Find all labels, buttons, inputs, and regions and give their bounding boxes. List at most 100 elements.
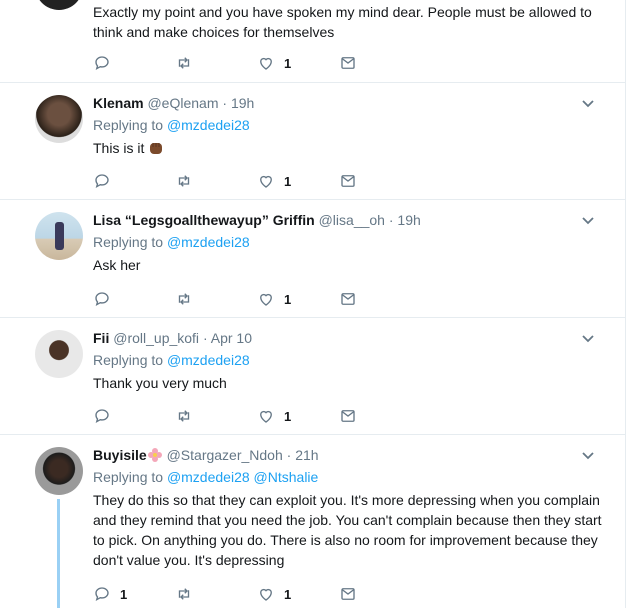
retweet-button[interactable] xyxy=(175,290,257,308)
tweet-text: Ask her xyxy=(93,257,141,273)
replying-prefix: Replying to xyxy=(93,117,164,133)
retweet-button[interactable] xyxy=(175,407,257,425)
tweet[interactable]: Exactly my point and you have spoken my … xyxy=(0,0,625,83)
tweet-actions: 1 xyxy=(93,172,421,190)
reply-button[interactable] xyxy=(93,407,175,425)
display-name[interactable]: Fii xyxy=(93,330,109,346)
replying-to: Replying to @mzdedei28 xyxy=(93,116,605,134)
message-button[interactable] xyxy=(339,407,421,425)
retweet-icon xyxy=(178,175,190,187)
reply-icon xyxy=(95,56,109,70)
like-button[interactable]: 1 xyxy=(257,172,339,190)
separator-dot: · xyxy=(222,95,228,111)
envelope-icon xyxy=(341,57,355,69)
envelope-icon xyxy=(341,293,355,305)
mention-link[interactable]: @mzdedei28 xyxy=(167,352,250,368)
display-name[interactable]: Lisa “Legsgoallthewayup” Griffin xyxy=(93,212,315,228)
tweet-actions: 1 1 xyxy=(93,585,421,603)
tweet-text: Exactly my point and you have spoken my … xyxy=(93,4,592,40)
fist-emoji-icon xyxy=(150,143,163,154)
message-button[interactable] xyxy=(339,54,421,72)
mention-link[interactable]: @mzdedei28 xyxy=(167,234,250,250)
user-handle[interactable]: @eQlenam xyxy=(147,95,218,111)
like-count: 1 xyxy=(284,291,292,307)
envelope-icon xyxy=(341,175,355,187)
reply-button[interactable] xyxy=(93,54,175,72)
replying-prefix: Replying to xyxy=(93,234,164,250)
retweet-button[interactable] xyxy=(175,54,257,72)
thread-line xyxy=(57,499,60,608)
heart-icon xyxy=(260,588,272,601)
like-count: 1 xyxy=(284,55,292,71)
retweet-button[interactable] xyxy=(175,172,257,190)
retweet-button[interactable] xyxy=(175,585,257,603)
mention-link[interactable]: @mzdedei28 xyxy=(167,117,250,133)
replying-prefix: Replying to xyxy=(93,352,164,368)
timestamp[interactable]: 21h xyxy=(295,447,318,463)
replying-to: Replying to @mzdedei28 @Ntshalie xyxy=(93,468,605,486)
avatar[interactable] xyxy=(35,330,83,378)
message-button[interactable] xyxy=(339,585,421,603)
replying-to: Replying to @mzdedei28 xyxy=(93,351,605,369)
avatar[interactable] xyxy=(35,447,83,495)
user-handle[interactable]: @roll_up_kofi xyxy=(113,330,199,346)
like-count: 1 xyxy=(284,586,292,602)
tweet[interactable]: Buyisile @Stargazer_Ndoh · 21h Replying … xyxy=(0,435,625,608)
tweet[interactable]: Lisa “Legsgoallthewayup” Griffin @lisa__… xyxy=(0,200,625,318)
reply-button[interactable] xyxy=(93,290,175,308)
reply-icon xyxy=(95,409,109,423)
heart-icon xyxy=(260,57,272,70)
tweet[interactable]: Klenam @eQlenam · 19h Replying to @mzded… xyxy=(0,83,625,200)
tweet-actions: 1 xyxy=(93,54,421,72)
separator-dot: · xyxy=(202,330,208,346)
reply-icon xyxy=(95,292,109,306)
timestamp[interactable]: 19h xyxy=(231,95,254,111)
like-count: 1 xyxy=(284,173,292,189)
message-button[interactable] xyxy=(339,172,421,190)
tweet-text: They do this so that they can exploit yo… xyxy=(93,492,602,568)
retweet-icon xyxy=(178,588,190,600)
display-name[interactable]: Klenam xyxy=(93,95,144,111)
tweet-actions: 1 xyxy=(93,407,421,425)
replying-to: Replying to @mzdedei28 xyxy=(93,233,605,251)
reply-count: 1 xyxy=(120,586,128,602)
like-button[interactable]: 1 xyxy=(257,290,339,308)
timestamp[interactable]: Apr 10 xyxy=(211,330,252,346)
like-button[interactable]: 1 xyxy=(257,407,339,425)
tweet-text: This is it xyxy=(93,138,605,158)
timestamp[interactable]: 19h xyxy=(397,212,420,228)
separator-dot: · xyxy=(286,447,292,463)
tweet[interactable]: Fii @roll_up_kofi · Apr 10 Replying to @… xyxy=(0,318,625,435)
avatar[interactable] xyxy=(35,0,83,10)
reply-feed: Exactly my point and you have spoken my … xyxy=(0,0,626,608)
user-handle[interactable]: @lisa__oh xyxy=(319,212,385,228)
envelope-icon xyxy=(341,410,355,422)
reply-icon xyxy=(95,174,109,188)
reply-icon xyxy=(95,587,109,601)
display-name[interactable]: Buyisile xyxy=(93,447,147,463)
heart-icon xyxy=(260,175,272,188)
replying-prefix: Replying to xyxy=(93,469,164,485)
avatar[interactable] xyxy=(35,95,83,143)
avatar[interactable] xyxy=(35,212,83,260)
retweet-icon xyxy=(178,293,190,305)
tweet-text: Thank you very much xyxy=(93,375,227,391)
like-count: 1 xyxy=(284,408,292,424)
user-handle[interactable]: @Stargazer_Ndoh xyxy=(167,447,283,463)
reply-button[interactable]: 1 xyxy=(93,585,175,603)
separator-dot: · xyxy=(388,212,394,228)
tweet-text-body: This is it xyxy=(93,140,145,156)
retweet-icon xyxy=(178,57,190,69)
heart-icon xyxy=(260,293,272,306)
like-button[interactable]: 1 xyxy=(257,54,339,72)
retweet-icon xyxy=(178,410,190,422)
flower-emoji-icon xyxy=(147,448,162,462)
mention-link[interactable]: @mzdedei28 xyxy=(167,469,250,485)
reply-button[interactable] xyxy=(93,172,175,190)
tweet-actions: 1 xyxy=(93,290,421,308)
mention-link[interactable]: @Ntshalie xyxy=(254,469,319,485)
heart-icon xyxy=(260,410,272,423)
like-button[interactable]: 1 xyxy=(257,585,339,603)
message-button[interactable] xyxy=(339,290,421,308)
envelope-icon xyxy=(341,588,355,600)
